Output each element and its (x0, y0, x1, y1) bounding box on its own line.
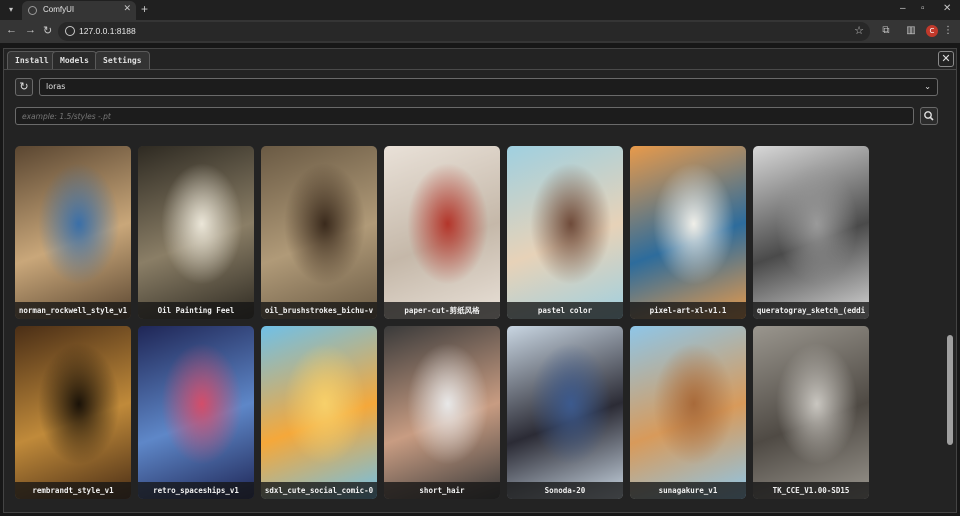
model-thumbnail (138, 326, 254, 499)
category-select[interactable]: loras ⌄ (39, 78, 938, 96)
profile-avatar[interactable]: C (926, 25, 938, 37)
model-card[interactable]: TK_CCE_V1.00-SD15 (753, 326, 869, 499)
model-name: sdxl_cute_social_comic-0 (261, 482, 377, 499)
tab-divider (4, 69, 956, 70)
category-value: loras (46, 82, 66, 91)
model-thumbnail (384, 326, 500, 499)
model-name: sunagakure_v1 (630, 482, 746, 499)
model-thumbnail (630, 146, 746, 319)
search-placeholder: example: 1.5/styles -.pt (22, 112, 111, 121)
model-name: paper-cut-剪纸风格 (384, 302, 500, 319)
model-thumbnail (138, 146, 254, 319)
model-thumbnail (15, 326, 131, 499)
search-input[interactable]: example: 1.5/styles -.pt (15, 107, 914, 125)
model-name: queratogray_sketch_(eddi (753, 302, 869, 319)
model-name: retro_spaceships_v1 (138, 482, 254, 499)
model-thumbnail (384, 146, 500, 319)
model-name: Sonoda-20 (507, 482, 623, 499)
tab-install[interactable]: Install (7, 51, 57, 69)
model-thumbnail (507, 326, 623, 499)
tab-settings[interactable]: Settings (95, 51, 150, 69)
dialog-close-button[interactable]: ✕ (938, 51, 954, 67)
back-icon[interactable]: ← (6, 24, 17, 36)
bookmark-star-icon[interactable]: ☆ (854, 24, 864, 37)
model-card[interactable]: Oil Painting Feel (138, 146, 254, 319)
tab-search-button[interactable]: ▾ (4, 3, 18, 17)
model-thumbnail (261, 326, 377, 499)
model-thumbnail (15, 146, 131, 319)
window-close-icon[interactable]: ✕ (943, 3, 951, 14)
model-card[interactable]: sdxl_cute_social_comic-0 (261, 326, 377, 499)
browser-tab-strip: ▾ ComfyUI ✕ + – ▫ ✕ (0, 0, 960, 20)
side-panel-icon[interactable]: ▥ (905, 25, 917, 37)
model-card[interactable]: norman_rockwell_style_v1 (15, 146, 131, 319)
model-name: rembrandt_style_v1 (15, 482, 131, 499)
model-name: pixel-art-xl-v1.1 (630, 302, 746, 319)
model-name: short_hair (384, 482, 500, 499)
scroll-thumb[interactable] (947, 335, 953, 445)
tab-models[interactable]: Models (52, 51, 97, 69)
model-thumbnail (630, 326, 746, 499)
restore-icon[interactable]: ▫ (921, 3, 925, 14)
model-card[interactable]: queratogray_sketch_(eddi (753, 146, 869, 319)
model-thumbnail (261, 146, 377, 319)
chevron-down-icon: ⌄ (924, 82, 931, 91)
browser-tab[interactable]: ComfyUI ✕ (22, 1, 136, 20)
refresh-button[interactable]: ↻ (15, 78, 33, 96)
page-content: Install Models Settings ✕ ↻ loras ⌄ exam… (0, 43, 960, 516)
search-icon (924, 111, 934, 121)
address-bar[interactable]: 127.0.0.1:8188 ☆ (58, 22, 870, 41)
model-card[interactable]: paper-cut-剪纸风格 (384, 146, 500, 319)
model-name: pastel color (507, 302, 623, 319)
model-card[interactable]: retro_spaceships_v1 (138, 326, 254, 499)
reload-icon[interactable]: ↻ (43, 24, 52, 37)
model-card[interactable]: Sonoda-20 (507, 326, 623, 499)
forward-icon[interactable]: → (25, 24, 36, 36)
model-name: Oil Painting Feel (138, 302, 254, 319)
browser-toolbar: ← → ↻ 127.0.0.1:8188 ☆ ⧉ ▥ C ⋮ (0, 20, 960, 43)
model-card[interactable]: short_hair (384, 326, 500, 499)
tab-title: ComfyUI (43, 5, 75, 14)
model-card[interactable]: sunagakure_v1 (630, 326, 746, 499)
model-thumbnail (753, 146, 869, 319)
scrollbar[interactable] (945, 143, 955, 508)
model-thumbnail (507, 146, 623, 319)
model-card[interactable]: pixel-art-xl-v1.1 (630, 146, 746, 319)
model-card[interactable]: oil_brushstrokes_bichu-v (261, 146, 377, 319)
model-name: oil_brushstrokes_bichu-v (261, 302, 377, 319)
model-name: norman_rockwell_style_v1 (15, 302, 131, 319)
minimize-icon[interactable]: – (900, 3, 906, 14)
model-name: TK_CCE_V1.00-SD15 (753, 482, 869, 499)
favicon-icon (28, 6, 37, 15)
search-button[interactable] (920, 107, 938, 125)
model-card[interactable]: rembrandt_style_v1 (15, 326, 131, 499)
menu-kebab-icon[interactable]: ⋮ (942, 25, 954, 37)
extensions-icon[interactable]: ⧉ (880, 25, 892, 37)
tab-close-icon[interactable]: ✕ (123, 4, 131, 14)
manager-dialog: Install Models Settings ✕ ↻ loras ⌄ exam… (3, 48, 957, 513)
model-thumbnail (753, 326, 869, 499)
new-tab-button[interactable]: + (141, 2, 148, 16)
site-info-icon[interactable] (65, 26, 75, 36)
url-text[interactable]: 127.0.0.1:8188 (79, 26, 136, 36)
model-card[interactable]: pastel color (507, 146, 623, 319)
